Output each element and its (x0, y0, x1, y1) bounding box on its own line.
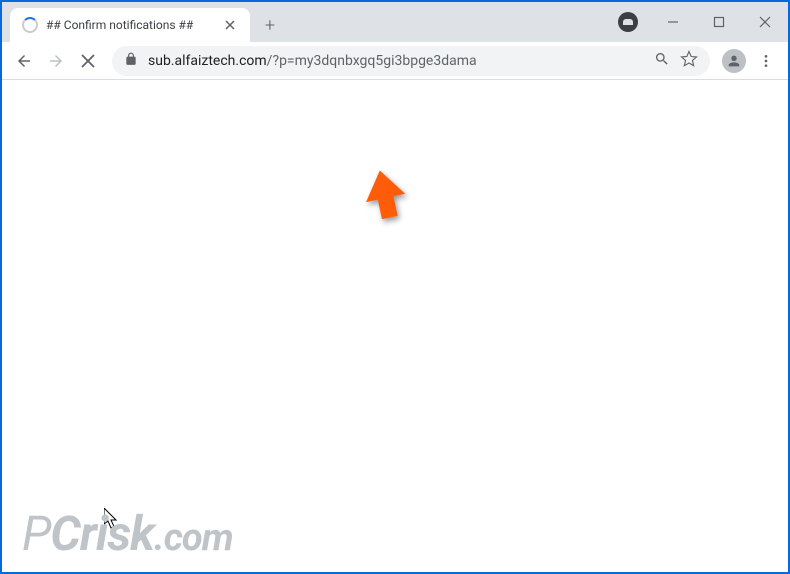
back-button[interactable] (10, 47, 38, 75)
url-text: sub.alfaiztech.com/?p=my3dqnbxgq5gi3bpge… (148, 53, 644, 69)
forward-button[interactable] (42, 47, 70, 75)
close-window-button[interactable] (742, 2, 788, 42)
incognito-icon (618, 12, 638, 32)
watermark-text: PCrisk.com (22, 505, 233, 562)
profile-avatar-icon (722, 49, 746, 73)
pointer-arrow-icon (360, 168, 410, 223)
page-content: PCrisk.com (2, 80, 788, 572)
zoom-icon[interactable] (654, 51, 670, 71)
browser-toolbar: sub.alfaiztech.com/?p=my3dqnbxgq5gi3bpge… (2, 42, 788, 80)
maximize-button[interactable] (696, 2, 742, 42)
bookmark-star-icon[interactable] (680, 50, 698, 72)
watermark-main: Crisk (50, 505, 154, 562)
watermark-suffix: .com (154, 516, 233, 560)
minimize-button[interactable] (650, 2, 696, 42)
url-path: /?p=my3dqnbxgq5gi3bpge3dama (267, 53, 477, 69)
address-bar[interactable]: sub.alfaiztech.com/?p=my3dqnbxgq5gi3bpge… (112, 46, 710, 76)
new-tab-button[interactable]: + (256, 11, 284, 39)
tab-title: ## Confirm notifications ## (46, 18, 214, 32)
tab-close-button[interactable] (222, 17, 238, 33)
browser-tab[interactable]: ## Confirm notifications ## (10, 8, 250, 42)
url-domain: sub.alfaiztech.com (148, 53, 267, 69)
watermark-prefix: P (22, 505, 50, 562)
lock-icon (124, 51, 138, 70)
loading-spinner-icon (22, 17, 38, 33)
window-titlebar: ## Confirm notifications ## + (2, 2, 788, 42)
stop-button[interactable] (74, 47, 102, 75)
window-controls (650, 2, 788, 42)
menu-button[interactable] (752, 47, 780, 75)
profile-button[interactable] (720, 47, 748, 75)
